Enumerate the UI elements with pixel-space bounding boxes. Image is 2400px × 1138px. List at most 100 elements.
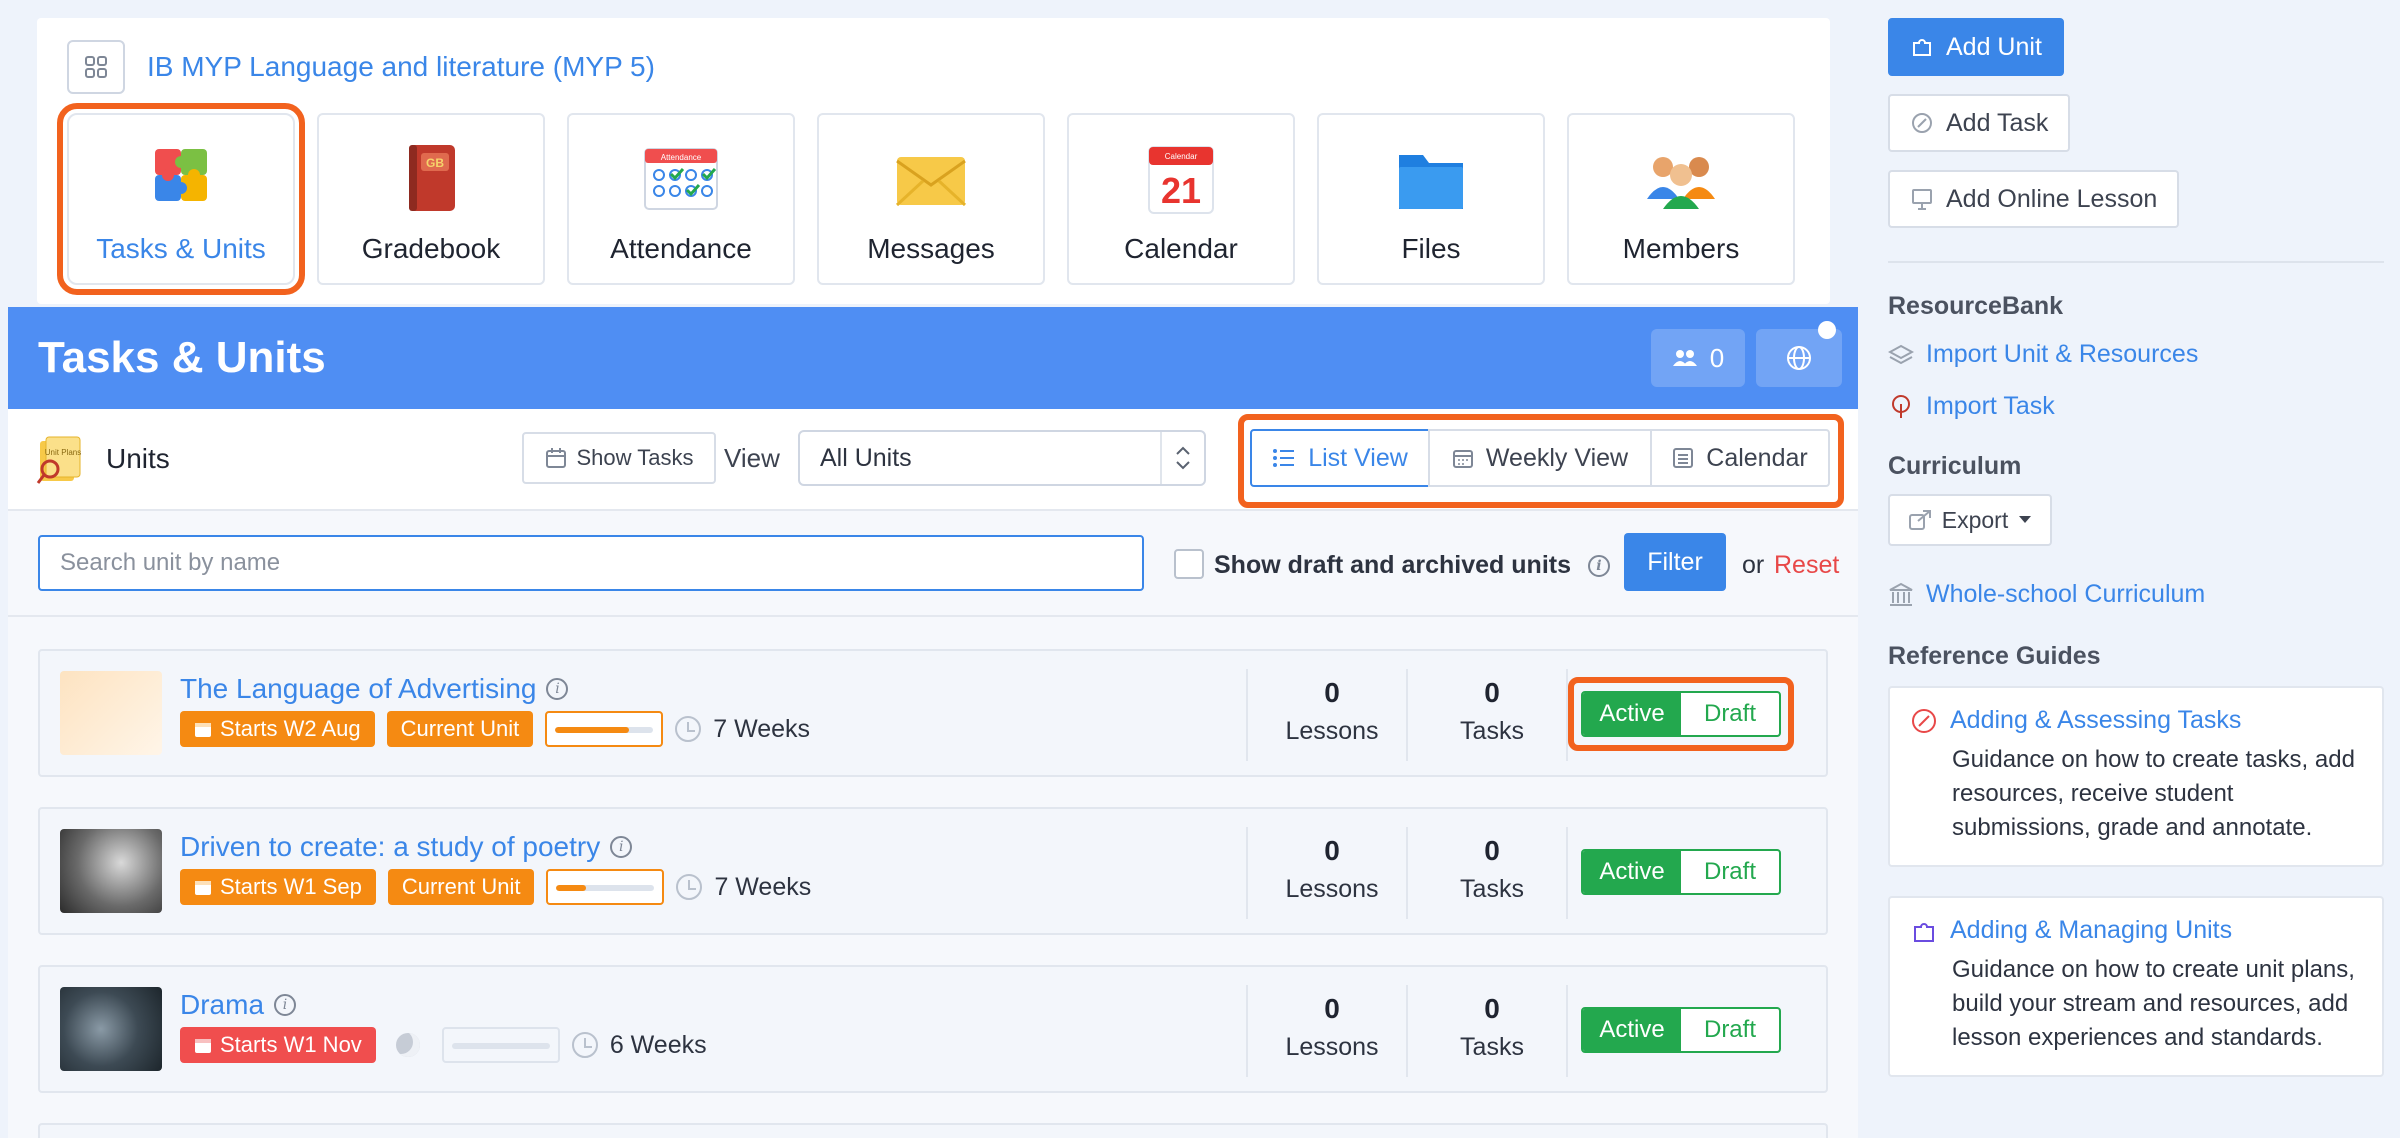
calendar-view-button[interactable]: Calendar — [1650, 429, 1830, 487]
divider — [1566, 827, 1568, 919]
add-task-label: Add Task — [1946, 108, 2049, 137]
calendar-day: 21 — [1161, 170, 1201, 211]
sidebar-divider — [1888, 261, 2384, 263]
caret-down-icon — [2019, 516, 2032, 523]
starts-text: Starts W1 Sep — [220, 874, 362, 899]
unit-title[interactable]: The Language of Advertising i — [180, 673, 569, 705]
guide-title[interactable]: Adding & Managing Units — [1910, 916, 2362, 945]
clock-icon — [675, 716, 702, 742]
status-toggle[interactable]: Active Draft — [1581, 849, 1781, 895]
unit-card[interactable]: Drama i Starts W1 Nov 6 Weeks 0 Lessons … — [38, 965, 1828, 1093]
app-attendance[interactable]: Attendance Attendance — [567, 113, 795, 285]
whole-school-label: Whole-school Curriculum — [1926, 580, 2206, 608]
unit-title[interactable]: Driven to create: a study of poetry i — [180, 831, 633, 863]
add-online-lesson-button[interactable]: Add Online Lesson — [1888, 170, 2180, 228]
members-count-button[interactable]: 0 — [1651, 329, 1745, 387]
active-option[interactable]: Active — [1583, 693, 1681, 735]
calendar-small-icon — [545, 448, 566, 468]
app-tasks-units[interactable]: Tasks & Units — [57, 103, 305, 295]
lessons-stat: 0 Lessons — [1252, 677, 1412, 746]
unit-progress — [546, 869, 665, 905]
status-toggle[interactable]: Active Draft — [1581, 1007, 1781, 1053]
app-members[interactable]: Members — [1567, 113, 1795, 285]
starts-text: Starts W1 Nov — [220, 1032, 362, 1057]
app-files[interactable]: Files — [1317, 113, 1545, 285]
app-gradebook[interactable]: GB Gradebook — [317, 113, 545, 285]
filter-button[interactable]: Filter — [1624, 533, 1726, 591]
gradebook-icon: GB — [409, 145, 455, 211]
active-option[interactable]: Active — [1583, 851, 1681, 893]
unit-duration: 7 Weeks — [675, 715, 810, 744]
guide-card-units[interactable]: Adding & Managing Units Guidance on how … — [1888, 896, 2384, 1077]
unit-duration: 7 Weeks — [676, 873, 811, 902]
unit-title-text: Driven to create: a study of poetry — [180, 831, 601, 862]
draft-option[interactable]: Draft — [1681, 851, 1779, 893]
divider — [1406, 669, 1408, 761]
import-unit-link[interactable]: Import Unit & Resources — [1888, 340, 2198, 369]
weekly-view-button[interactable]: Weekly View — [1428, 429, 1652, 487]
course-header: IB MYP Language and literature (MYP 5) — [67, 40, 655, 94]
list-view-button[interactable]: List View — [1250, 429, 1430, 487]
unit-card[interactable]: The Language of Advertising i Starts W2 … — [38, 649, 1828, 777]
grid-icon — [85, 56, 107, 78]
starts-badge: Starts W1 Nov — [180, 1027, 376, 1063]
add-unit-button[interactable]: Add Unit — [1888, 18, 2064, 76]
apps-grid-button[interactable] — [67, 40, 125, 94]
unit-meta: Starts W1 Nov 6 Weeks — [180, 1027, 707, 1063]
app-label: Files — [1401, 233, 1461, 264]
compass-icon — [1912, 708, 1936, 733]
reset-link[interactable]: Reset — [1774, 551, 1839, 580]
presentation-icon — [1912, 189, 1932, 210]
people-icon — [1647, 157, 1715, 209]
tasks-stat: 0 Tasks — [1412, 993, 1572, 1062]
unit-card[interactable] — [38, 1123, 1828, 1138]
app-label: Attendance — [610, 233, 752, 264]
progress-fill — [555, 727, 629, 733]
puzzle-outline-icon — [1913, 39, 1931, 56]
active-option[interactable]: Active — [1583, 1009, 1681, 1051]
app-label: Calendar — [1124, 233, 1238, 264]
unit-card[interactable]: Driven to create: a study of poetry i St… — [38, 807, 1828, 935]
unit-title[interactable]: Drama i — [180, 989, 297, 1021]
app-calendar[interactable]: Calendar 21 Calendar — [1067, 113, 1295, 285]
search-unit-input[interactable] — [38, 535, 1144, 591]
weeks-text: 7 Weeks — [714, 872, 812, 901]
export-icon — [1908, 510, 1931, 530]
export-button[interactable]: Export — [1888, 494, 2052, 546]
clock-icon — [571, 1032, 598, 1058]
draft-option[interactable]: Draft — [1681, 693, 1779, 735]
course-panel: IB MYP Language and literature (MYP 5) T… — [37, 18, 1830, 304]
notification-dot — [1818, 321, 1836, 339]
app-messages[interactable]: Messages — [817, 113, 1045, 285]
show-tasks-button[interactable]: Show Tasks — [522, 432, 716, 484]
course-title[interactable]: IB MYP Language and literature (MYP 5) — [147, 51, 655, 83]
add-task-button[interactable]: Add Task — [1888, 94, 2071, 152]
whole-school-curriculum-link[interactable]: Whole-school Curriculum — [1888, 580, 2205, 609]
info-icon[interactable]: i — [610, 836, 633, 858]
compass-icon — [1912, 113, 1932, 133]
calendar-list-icon — [1673, 448, 1694, 468]
clock-icon — [676, 874, 703, 900]
lessons-stat: 0 Lessons — [1252, 993, 1412, 1062]
divider — [1566, 985, 1568, 1077]
resourcebank-heading: ResourceBank — [1888, 292, 2064, 320]
calendar-icon — [195, 1039, 211, 1053]
draft-option[interactable]: Draft — [1681, 1009, 1779, 1051]
units-toolbar: Unit Plans Units Show Tasks View All Uni… — [8, 409, 1858, 511]
info-icon[interactable]: i — [1587, 555, 1610, 578]
divider — [1406, 827, 1408, 919]
info-icon[interactable]: i — [546, 678, 569, 700]
select-spinner[interactable] — [1160, 432, 1204, 484]
curriculum-heading: Curriculum — [1888, 452, 2022, 480]
guide-title[interactable]: Adding & Assessing Tasks — [1910, 706, 2362, 735]
import-task-link[interactable]: Import Task — [1888, 392, 2055, 421]
envelope-icon — [895, 157, 967, 207]
unit-progress — [441, 1027, 560, 1063]
info-icon[interactable]: i — [274, 994, 297, 1016]
show-draft-checkbox[interactable] — [1174, 549, 1204, 579]
globe-icon — [1787, 346, 1811, 370]
app-label: Gradebook — [361, 233, 501, 264]
guide-card-tasks[interactable]: Adding & Assessing Tasks Guidance on how… — [1888, 686, 2384, 867]
view-select[interactable]: All Units — [798, 430, 1206, 486]
status-toggle[interactable]: Active Draft — [1581, 691, 1781, 737]
